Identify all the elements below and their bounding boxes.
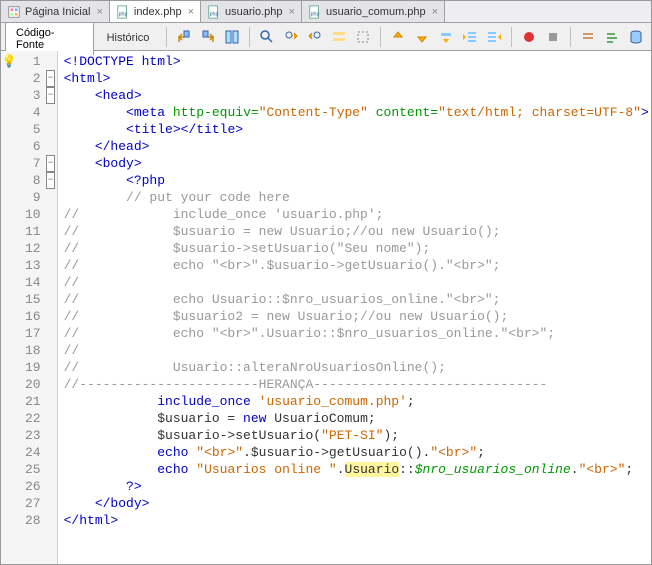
history-tab[interactable]: Histórico [96, 27, 161, 49]
separator [511, 27, 512, 47]
toggle-rect-select-icon[interactable] [352, 26, 374, 48]
php-file-icon: php [308, 5, 322, 19]
close-icon[interactable]: × [188, 6, 194, 18]
tab-label: Página Inicial [25, 6, 90, 18]
find-prev-icon[interactable] [280, 26, 302, 48]
find-next-icon[interactable] [304, 26, 326, 48]
tab-index-php[interactable]: php index.php × [110, 1, 201, 22]
svg-text:php: php [210, 11, 219, 17]
editor-toolbar: Código-Fonte Histórico [1, 23, 651, 51]
close-icon[interactable]: × [289, 6, 295, 18]
code-editor[interactable]: 💡 12345678910111213141516171819202122232… [1, 51, 651, 564]
svg-text:php: php [119, 11, 128, 17]
diff-icon[interactable] [221, 26, 243, 48]
fold-toggle-icon[interactable]: − [46, 155, 55, 172]
separator [570, 27, 571, 47]
home-icon [7, 5, 21, 19]
separator [249, 27, 250, 47]
macro-record-icon[interactable] [518, 26, 540, 48]
tab-usuario-php[interactable]: php usuario.php × [201, 1, 302, 22]
php-file-icon: php [207, 5, 221, 19]
svg-text:php: php [311, 11, 320, 17]
tab-label: usuario.php [225, 6, 283, 18]
lightbulb-icon[interactable]: 💡 [2, 54, 17, 69]
toggle-bookmark-icon[interactable] [435, 26, 457, 48]
last-edit-icon[interactable] [173, 26, 195, 48]
source-tab[interactable]: Código-Fonte [5, 22, 94, 55]
tab-usuario-comum-php[interactable]: php usuario_comum.php × [302, 1, 445, 22]
tab-home[interactable]: Página Inicial × [1, 1, 110, 22]
marks-column: 💡 [1, 51, 17, 564]
toggle-highlight-icon[interactable] [328, 26, 350, 48]
forward-edit-icon[interactable] [197, 26, 219, 48]
fold-toggle-icon[interactable]: − [46, 172, 55, 189]
separator [166, 27, 167, 47]
close-icon[interactable]: × [432, 6, 438, 18]
fold-column: −−−− [45, 51, 57, 564]
code-area[interactable]: <!DOCTYPE html><html> <head> <meta http-… [58, 51, 651, 564]
shift-right-icon[interactable] [483, 26, 505, 48]
separator [380, 27, 381, 47]
comment-icon[interactable] [577, 26, 599, 48]
find-selection-icon[interactable] [256, 26, 278, 48]
php-file-icon: php [116, 5, 130, 19]
shift-left-icon[interactable] [459, 26, 481, 48]
tab-label: usuario_comum.php [326, 6, 426, 18]
macro-stop-icon[interactable] [542, 26, 564, 48]
file-tab-bar: Página Inicial × php index.php × php usu… [1, 1, 651, 23]
uncomment-icon[interactable] [601, 26, 623, 48]
tab-label: index.php [134, 6, 182, 18]
line-numbers: 1234567891011121314151617181920212223242… [17, 51, 45, 564]
fold-toggle-icon[interactable]: − [46, 70, 55, 87]
db-icon[interactable] [625, 26, 647, 48]
next-bookmark-icon[interactable] [411, 26, 433, 48]
close-icon[interactable]: × [96, 6, 102, 18]
prev-bookmark-icon[interactable] [387, 26, 409, 48]
fold-toggle-icon[interactable]: − [46, 87, 55, 104]
gutter: 💡 12345678910111213141516171819202122232… [1, 51, 58, 564]
